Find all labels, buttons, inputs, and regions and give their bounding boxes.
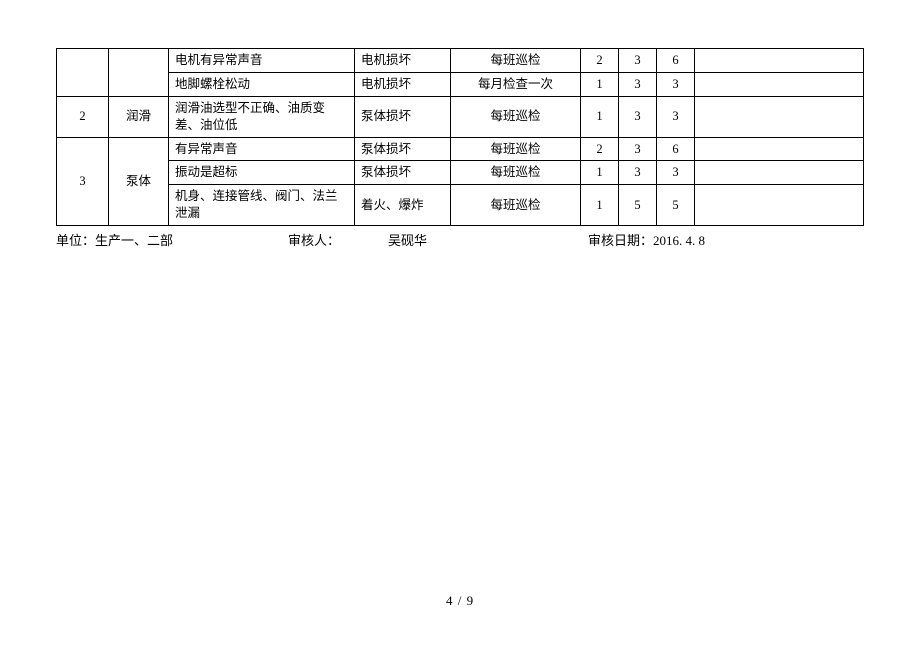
cell-c: 6 — [657, 49, 695, 73]
cell-a: 1 — [581, 96, 619, 137]
inspection-table: 电机有异常声音 电机损坏 每班巡检 2 3 6 地脚螺栓松动 电机损坏 每月检查… — [56, 48, 864, 226]
cell-fail: 泵体损坏 — [355, 137, 451, 161]
cell-note — [695, 137, 864, 161]
table-row: 机身、连接管线、阀门、法兰泄漏 着火、爆炸 每班巡检 1 5 5 — [57, 185, 864, 226]
cell-c: 3 — [657, 161, 695, 185]
table-row: 3 泵体 有异常声音 泵体损坏 每班巡检 2 3 6 — [57, 137, 864, 161]
cell-note — [695, 161, 864, 185]
table-row: 2 润滑 润滑油选型不正确、油质变差、油位低 泵体损坏 每班巡检 1 3 3 — [57, 96, 864, 137]
table-row: 地脚螺栓松动 电机损坏 每月检查一次 1 3 3 — [57, 72, 864, 96]
cell-desc: 有异常声音 — [169, 137, 355, 161]
cell-fail: 电机损坏 — [355, 49, 451, 73]
cell-idx: 2 — [57, 96, 109, 137]
cell-desc: 地脚螺栓松动 — [169, 72, 355, 96]
cell-b: 3 — [619, 161, 657, 185]
cell-note — [695, 72, 864, 96]
cell-desc: 机身、连接管线、阀门、法兰泄漏 — [169, 185, 355, 226]
cell-c: 6 — [657, 137, 695, 161]
footer-date: 审核日期：2016. 4. 8 — [588, 230, 864, 249]
cell-note — [695, 96, 864, 137]
cell-fail: 电机损坏 — [355, 72, 451, 96]
cell-c: 3 — [657, 96, 695, 137]
cell-b: 3 — [619, 72, 657, 96]
cell-freq: 每班巡检 — [451, 137, 581, 161]
cell-a: 1 — [581, 161, 619, 185]
footer-reviewer-label: 审核人： — [288, 230, 388, 249]
cell-fail: 泵体损坏 — [355, 161, 451, 185]
cell-cat: 润滑 — [109, 96, 169, 137]
cell-idx — [57, 49, 109, 97]
cell-freq: 每班巡检 — [451, 161, 581, 185]
cell-fail: 泵体损坏 — [355, 96, 451, 137]
cell-a: 1 — [581, 185, 619, 226]
cell-a: 2 — [581, 137, 619, 161]
cell-c: 3 — [657, 72, 695, 96]
cell-note — [695, 49, 864, 73]
footer-reviewer-name: 吴砚华 — [388, 230, 588, 249]
cell-a: 2 — [581, 49, 619, 73]
cell-desc: 振动是超标 — [169, 161, 355, 185]
page-number: 4 / 9 — [0, 593, 920, 609]
cell-cat — [109, 49, 169, 97]
cell-fail: 着火、爆炸 — [355, 185, 451, 226]
footer-line: 单位：生产一、二部 审核人： 吴砚华 审核日期：2016. 4. 8 — [56, 230, 864, 249]
cell-desc: 润滑油选型不正确、油质变差、油位低 — [169, 96, 355, 137]
table-row: 振动是超标 泵体损坏 每班巡检 1 3 3 — [57, 161, 864, 185]
cell-b: 3 — [619, 96, 657, 137]
cell-freq: 每班巡检 — [451, 96, 581, 137]
cell-b: 3 — [619, 137, 657, 161]
cell-a: 1 — [581, 72, 619, 96]
cell-freq: 每班巡检 — [451, 49, 581, 73]
cell-freq: 每班巡检 — [451, 185, 581, 226]
cell-b: 5 — [619, 185, 657, 226]
table-row: 电机有异常声音 电机损坏 每班巡检 2 3 6 — [57, 49, 864, 73]
cell-b: 3 — [619, 49, 657, 73]
footer-unit: 单位：生产一、二部 — [56, 230, 288, 249]
cell-desc: 电机有异常声音 — [169, 49, 355, 73]
cell-cat: 泵体 — [109, 137, 169, 226]
cell-freq: 每月检查一次 — [451, 72, 581, 96]
cell-c: 5 — [657, 185, 695, 226]
cell-idx: 3 — [57, 137, 109, 226]
cell-note — [695, 185, 864, 226]
